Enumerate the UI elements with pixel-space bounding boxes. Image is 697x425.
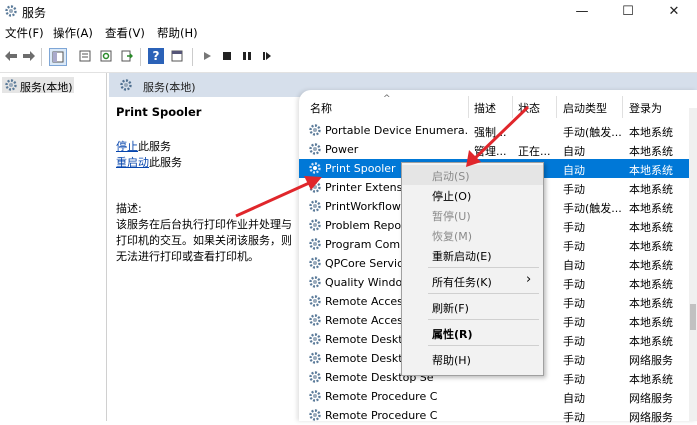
arrow-to-start-item-icon [468,105,530,165]
arrow-to-print-spooler-icon [235,177,319,218]
annotation-arrows [235,105,530,218]
